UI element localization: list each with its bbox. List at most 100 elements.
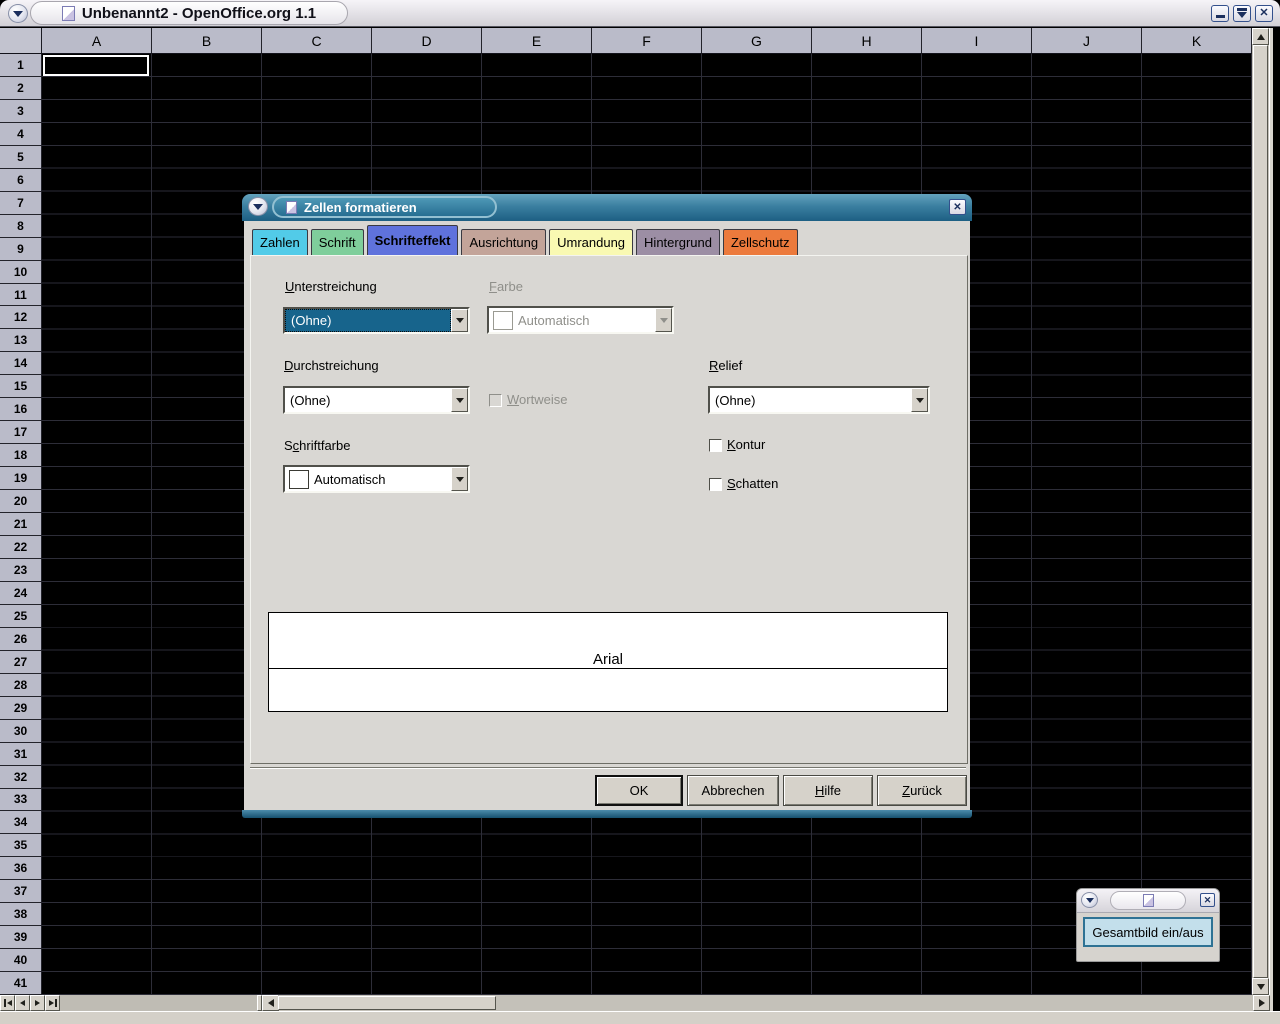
column-header-j[interactable]: J: [1032, 28, 1142, 54]
underline-color-combobox: Automatisch: [487, 306, 674, 334]
underline-combobox[interactable]: (Ohne): [283, 307, 470, 334]
close-button[interactable]: ✕: [1255, 5, 1273, 22]
toggle-full-preview-button[interactable]: Gesamtbild ein/aus: [1083, 917, 1213, 947]
row-header-6[interactable]: 6: [0, 169, 42, 192]
first-sheet-button[interactable]: [0, 995, 15, 1011]
strikethrough-dropdown-button[interactable]: [451, 388, 468, 412]
scroll-up-button[interactable]: [1252, 28, 1269, 45]
row-header-5[interactable]: 5: [0, 146, 42, 169]
zur-ck-button[interactable]: Zurück: [877, 775, 967, 806]
row-header-25[interactable]: 25: [0, 605, 42, 628]
dialog-titlebar[interactable]: Zellen formatieren ✕: [242, 194, 972, 221]
scroll-down-button[interactable]: [1252, 978, 1269, 995]
maximize-button[interactable]: [1233, 5, 1251, 22]
scroll-right-button[interactable]: [1253, 995, 1270, 1011]
row-header-28[interactable]: 28: [0, 674, 42, 697]
minimize-button[interactable]: [1211, 5, 1229, 22]
dialog-tab-umrandung[interactable]: Umrandung: [549, 229, 633, 255]
hilfe-button[interactable]: Hilfe: [783, 775, 873, 806]
column-header-k[interactable]: K: [1142, 28, 1252, 54]
dialog-tab-schrifteffekt[interactable]: Schrifteffekt: [367, 225, 459, 255]
row-header-20[interactable]: 20: [0, 490, 42, 513]
row-header-11[interactable]: 11: [0, 284, 42, 307]
row-header-19[interactable]: 19: [0, 467, 42, 490]
row-header-22[interactable]: 22: [0, 536, 42, 559]
font-color-dropdown-button[interactable]: [451, 467, 468, 491]
row-header-37[interactable]: 37: [0, 880, 42, 903]
row-header-32[interactable]: 32: [0, 766, 42, 789]
column-header-g[interactable]: G: [702, 28, 812, 54]
row-header-41[interactable]: 41: [0, 972, 42, 995]
last-sheet-button[interactable]: [45, 995, 60, 1011]
column-header-a[interactable]: A: [42, 28, 152, 54]
column-header-h[interactable]: H: [812, 28, 922, 54]
row-header-13[interactable]: 13: [0, 329, 42, 352]
dialog-tab-ausrichtung[interactable]: Ausrichtung: [461, 229, 546, 255]
row-header-3[interactable]: 3: [0, 100, 42, 123]
column-header-c[interactable]: C: [262, 28, 372, 54]
scroll-left-button[interactable]: [262, 995, 279, 1011]
dialog-tab-zahlen[interactable]: Zahlen: [252, 229, 308, 255]
row-header-33[interactable]: 33: [0, 789, 42, 812]
row-header-34[interactable]: 34: [0, 811, 42, 834]
dialog-tab-zellschutz[interactable]: Zellschutz: [723, 229, 798, 255]
strikethrough-combobox[interactable]: (Ohne): [283, 386, 470, 414]
row-header-29[interactable]: 29: [0, 697, 42, 720]
row-header-30[interactable]: 30: [0, 720, 42, 743]
float-titlebar[interactable]: ✕: [1077, 889, 1219, 913]
next-sheet-button[interactable]: [30, 995, 45, 1011]
float-close-button[interactable]: ✕: [1200, 893, 1215, 907]
previous-sheet-button[interactable]: [15, 995, 30, 1011]
row-header-4[interactable]: 4: [0, 123, 42, 146]
relief-dropdown-button[interactable]: [911, 388, 928, 412]
row-header-40[interactable]: 40: [0, 949, 42, 972]
row-header-18[interactable]: 18: [0, 444, 42, 467]
row-header-12[interactable]: 12: [0, 306, 42, 329]
row-header-31[interactable]: 31: [0, 743, 42, 766]
dialog-menu-button[interactable]: [248, 197, 268, 216]
vertical-scrollbar[interactable]: [1252, 28, 1269, 995]
dialog-tab-schrift[interactable]: Schrift: [311, 229, 364, 255]
row-header-10[interactable]: 10: [0, 261, 42, 284]
row-header-27[interactable]: 27: [0, 651, 42, 674]
select-all-corner[interactable]: [0, 28, 42, 54]
row-header-9[interactable]: 9: [0, 238, 42, 261]
strikethrough-label: Durchstreichung: [284, 358, 379, 373]
horizontal-scrollbar-thumb[interactable]: [278, 996, 496, 1010]
underline-dropdown-button[interactable]: [451, 309, 468, 332]
row-header-24[interactable]: 24: [0, 582, 42, 605]
row-header-8[interactable]: 8: [0, 215, 42, 238]
row-header-7[interactable]: 7: [0, 192, 42, 215]
horizontal-scrollbar[interactable]: [262, 995, 1270, 1011]
float-menu-button[interactable]: [1081, 892, 1098, 908]
row-header-38[interactable]: 38: [0, 903, 42, 926]
row-header-23[interactable]: 23: [0, 559, 42, 582]
row-header-2[interactable]: 2: [0, 77, 42, 100]
vertical-scrollbar-thumb[interactable]: [1253, 45, 1268, 978]
outline-checkbox[interactable]: [709, 439, 722, 452]
row-header-1[interactable]: 1: [0, 54, 42, 77]
column-header-i[interactable]: I: [922, 28, 1032, 54]
row-header-36[interactable]: 36: [0, 857, 42, 880]
row-header-26[interactable]: 26: [0, 628, 42, 651]
abbrechen-button[interactable]: Abbrechen: [687, 775, 779, 806]
row-header-14[interactable]: 14: [0, 352, 42, 375]
column-header-b[interactable]: B: [152, 28, 262, 54]
column-header-f[interactable]: F: [592, 28, 702, 54]
shadow-checkbox[interactable]: [709, 478, 722, 491]
column-header-d[interactable]: D: [372, 28, 482, 54]
last-sheet-icon: [49, 1000, 54, 1006]
row-header-39[interactable]: 39: [0, 926, 42, 949]
row-header-21[interactable]: 21: [0, 513, 42, 536]
window-menu-button[interactable]: [8, 4, 28, 23]
ok-button[interactable]: OK: [595, 775, 683, 806]
row-header-17[interactable]: 17: [0, 421, 42, 444]
row-header-35[interactable]: 35: [0, 834, 42, 857]
dialog-close-button[interactable]: ✕: [949, 199, 966, 215]
dialog-tab-hintergrund[interactable]: Hintergrund: [636, 229, 720, 255]
font-color-combobox[interactable]: Automatisch: [283, 465, 470, 493]
relief-combobox[interactable]: (Ohne): [708, 386, 930, 414]
row-header-15[interactable]: 15: [0, 375, 42, 398]
column-header-e[interactable]: E: [482, 28, 592, 54]
row-header-16[interactable]: 16: [0, 398, 42, 421]
